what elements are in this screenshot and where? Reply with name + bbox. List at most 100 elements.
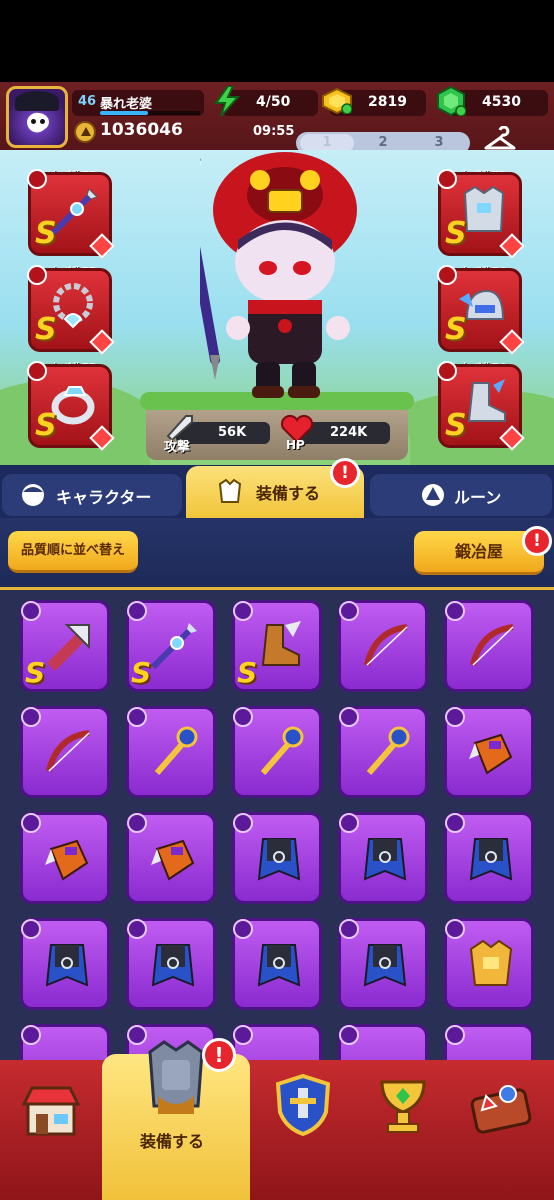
bow-icon (364, 624, 408, 666)
inventory-item[interactable] (126, 706, 216, 798)
energy-timer: 09:55 (253, 124, 295, 139)
inventory-item[interactable]: S (20, 600, 110, 692)
hero-character[interactable] (200, 150, 360, 400)
gauntlet-icon (45, 839, 89, 881)
player-level: 46 (78, 94, 97, 109)
equipped-necklace-slot[interactable]: S (27, 265, 115, 355)
armor-gold-icon (469, 939, 513, 986)
inventory-item[interactable] (20, 812, 110, 904)
power-icon (74, 121, 96, 143)
spear-icon (150, 623, 197, 670)
inventory-item[interactable] (126, 918, 216, 1010)
cape-icon (257, 944, 301, 987)
class-icon (437, 265, 457, 285)
class-icon (233, 1025, 253, 1045)
class-icon (437, 361, 457, 381)
tab-equip[interactable]: 装備する ! (186, 458, 364, 518)
sort-by-quality-button[interactable]: 品質順に並べ替え (8, 531, 138, 573)
grade-label: S (35, 216, 57, 251)
trophy-cup-icon[interactable] (370, 1074, 436, 1140)
nav-equip-label: 装備する (140, 1132, 205, 1151)
inventory-item[interactable] (232, 812, 322, 904)
device-status-bar (0, 0, 554, 82)
inventory-item-partial[interactable] (232, 1024, 322, 1060)
class-icon (27, 361, 47, 381)
inventory-item[interactable] (338, 600, 428, 692)
character-head-icon (22, 484, 44, 506)
inventory-item[interactable]: S (126, 600, 216, 692)
cape-icon (363, 838, 407, 881)
cape-icon (469, 838, 513, 881)
hp-label: HP (286, 438, 305, 452)
avatar-face (27, 113, 49, 131)
inventory-item[interactable]: S (232, 600, 322, 692)
staff-icon (366, 726, 410, 775)
class-icon (21, 1025, 41, 1045)
energy-bolt-icon (214, 86, 240, 116)
inventory-item-partial[interactable] (338, 1024, 428, 1060)
blacksmith-badge: ! (522, 526, 552, 556)
attack-value: 56K (218, 425, 247, 440)
class-icon (27, 169, 47, 189)
inventory-item[interactable] (20, 918, 110, 1010)
battle-map-icon[interactable] (468, 1076, 534, 1142)
inventory-grid: SSS (0, 590, 554, 1060)
class-icon (27, 265, 47, 285)
shop-icon[interactable] (18, 1076, 84, 1142)
inventory-item[interactable] (20, 706, 110, 798)
xp-bar-fill (100, 111, 148, 115)
player-avatar[interactable] (6, 86, 68, 148)
chest-armor-icon (148, 1040, 204, 1114)
equipped-ring-slot[interactable]: S (27, 361, 115, 451)
inventory-item[interactable] (444, 706, 534, 798)
inventory-item-partial[interactable] (444, 1024, 534, 1060)
bow-icon (46, 730, 90, 772)
grade-label: S (445, 312, 467, 347)
inventory-item-partial[interactable] (20, 1024, 110, 1060)
grade-label: S (445, 216, 467, 251)
inventory-item[interactable] (338, 706, 428, 798)
inventory-item[interactable] (444, 918, 534, 1010)
tab-character[interactable]: キャラクター (2, 474, 182, 516)
gold-coin-icon (322, 88, 352, 114)
tab-rune-label: ルーン (454, 488, 502, 507)
green-gem-icon (437, 86, 466, 116)
class-icon (339, 1025, 359, 1045)
inventory-item[interactable] (232, 918, 322, 1010)
inventory-item[interactable] (126, 812, 216, 904)
gems-value: 4530 (482, 94, 521, 110)
equipped-weapon-slot[interactable]: S (27, 169, 115, 259)
player-name: 暴れ老婆 (100, 97, 153, 112)
attack-label: 攻撃 (164, 440, 191, 455)
staff-icon (154, 726, 198, 775)
coins-value: 2819 (368, 94, 407, 110)
gauntlet-icon (469, 733, 513, 775)
inventory-item[interactable] (232, 706, 322, 798)
cape-icon (45, 944, 89, 987)
nav-equip-badge: ! (202, 1038, 236, 1072)
inventory-item[interactable] (338, 918, 428, 1010)
cape-icon (151, 944, 195, 987)
cape-icon (257, 838, 301, 881)
armor-tab-icon (218, 478, 242, 503)
grade-label: S (35, 408, 57, 443)
pirate-hat-icon (15, 91, 59, 111)
grade-label: S (237, 656, 258, 689)
staff-icon (260, 726, 304, 775)
cape-icon (363, 944, 407, 987)
equipped-armor-slot[interactable]: S (437, 169, 525, 259)
tab-character-label: キャラクター (56, 488, 152, 507)
tab-equip-label: 装備する (256, 484, 321, 503)
boots-icon (261, 621, 301, 666)
inventory-item[interactable] (338, 812, 428, 904)
player-power: 1036046 (100, 120, 183, 140)
inventory-item[interactable] (444, 812, 534, 904)
guild-shield-icon[interactable] (270, 1072, 336, 1138)
inventory-item[interactable] (444, 600, 534, 692)
equipped-helmet-slot[interactable]: S (437, 265, 525, 355)
tab-rune[interactable]: ルーン (370, 474, 552, 516)
grade-label: S (25, 656, 46, 689)
gauntlet-icon (151, 839, 195, 881)
equipped-boots-slot[interactable]: S (437, 361, 525, 451)
class-icon (437, 169, 457, 189)
